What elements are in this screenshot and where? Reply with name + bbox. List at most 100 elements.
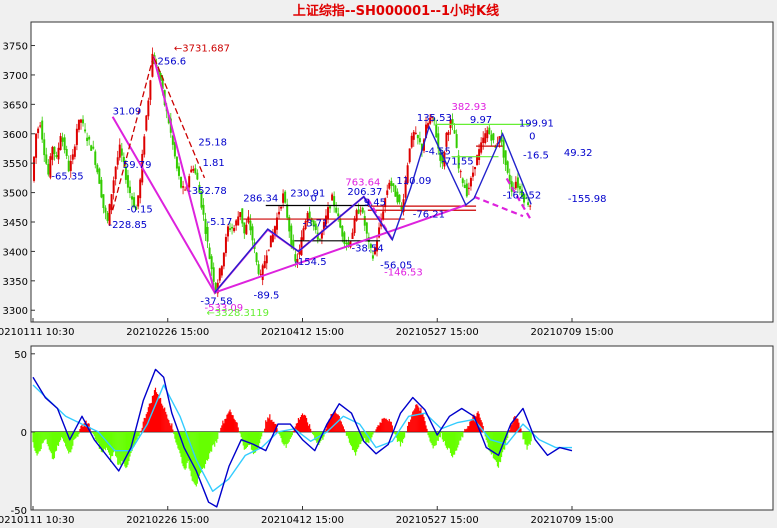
- macd-bar: [198, 431, 200, 476]
- candle-body: [382, 211, 385, 219]
- macd-bar: [441, 431, 443, 440]
- candle-body: [114, 166, 117, 180]
- macd-bar: [136, 431, 138, 440]
- macd-bar: [58, 431, 61, 442]
- macd-bar: [96, 431, 98, 442]
- candle-body: [65, 148, 68, 156]
- macd-bar: [467, 426, 469, 432]
- macd-bar: [91, 431, 93, 433]
- candle-body: [51, 146, 54, 160]
- macd-bar: [262, 431, 264, 433]
- macd-bar: [352, 431, 355, 451]
- macd-bar: [492, 431, 494, 459]
- candle-body: [463, 184, 466, 189]
- macd-bar: [402, 431, 405, 440]
- y-tick-label: 3550: [3, 159, 28, 170]
- macd-bar: [176, 431, 178, 445]
- macd-bar: [228, 411, 230, 432]
- macd-bar: [33, 431, 35, 448]
- candle-body: [110, 194, 113, 210]
- macd-bar: [391, 425, 393, 432]
- macd-bar: [308, 425, 310, 432]
- macd-bar: [126, 431, 128, 468]
- candle-body: [486, 130, 489, 139]
- macd-bar: [339, 420, 341, 432]
- macd-bar: [386, 419, 388, 432]
- candle-body: [365, 222, 368, 234]
- macd-bar: [371, 431, 373, 438]
- candle-body: [61, 137, 64, 142]
- macd-bar: [496, 431, 499, 467]
- macd-bar: [246, 431, 248, 447]
- macd-bar: [488, 431, 490, 451]
- macd-bar: [37, 431, 39, 454]
- y-tick-label: 3400: [3, 247, 28, 258]
- x-tick-label: 20210412 15:00: [261, 327, 344, 338]
- macd-bar: [471, 418, 473, 432]
- macd-bar: [449, 431, 452, 454]
- macd-bar: [137, 431, 139, 437]
- macd-bar: [407, 425, 409, 432]
- macd-bar: [375, 429, 377, 432]
- macd-bar: [41, 431, 43, 444]
- macd-bar: [460, 431, 462, 441]
- macd-bar: [234, 420, 236, 432]
- candle-body: [94, 151, 97, 165]
- candle-body: [192, 168, 195, 171]
- macd-bar: [444, 431, 447, 446]
- macd-bar: [111, 431, 113, 457]
- macd-bar: [226, 414, 228, 432]
- macd-bar: [421, 414, 423, 432]
- macd-bar: [431, 431, 433, 446]
- macd-bar: [422, 413, 424, 432]
- macd-bar: [190, 431, 192, 477]
- candle-body: [345, 242, 348, 245]
- candle-body: [300, 237, 303, 256]
- macd-bar: [253, 431, 256, 453]
- candle-body: [118, 144, 121, 158]
- macd-bar: [128, 431, 130, 462]
- macd-bar: [74, 431, 76, 439]
- macd-bar: [174, 431, 176, 439]
- macd-bar: [140, 430, 142, 432]
- candle-body: [412, 131, 415, 140]
- macd-bar: [340, 421, 342, 432]
- candle-body: [202, 204, 205, 215]
- candle-body: [77, 119, 80, 130]
- candle-body: [180, 176, 183, 188]
- macd-bar: [529, 431, 531, 445]
- candle-body: [86, 137, 89, 142]
- macd-bar: [520, 428, 522, 432]
- macd-bar: [92, 431, 94, 435]
- macd-bar: [167, 418, 169, 432]
- macd-bar: [384, 418, 386, 432]
- macd-bar: [217, 431, 219, 439]
- candle-body: [278, 211, 281, 215]
- y-tick-label: -50: [11, 506, 27, 517]
- macd-bar: [285, 431, 287, 448]
- annotation-label: -155.98: [568, 194, 607, 205]
- macd-bar: [493, 431, 496, 460]
- annotation-label: -76.21: [413, 209, 445, 220]
- candle-body: [235, 220, 238, 226]
- annotation-label: -0.15: [127, 205, 153, 216]
- macd-bar: [223, 423, 225, 432]
- candle-body: [224, 237, 227, 253]
- candle-body: [527, 202, 530, 206]
- macd-bar: [408, 421, 410, 432]
- macd-bar: [282, 431, 284, 444]
- macd-bar: [393, 431, 395, 434]
- candle-body: [410, 135, 413, 148]
- macd-bar: [524, 431, 526, 445]
- macd-bar: [266, 421, 268, 432]
- candle-body: [261, 265, 264, 281]
- macd-bar: [144, 418, 146, 432]
- macd-bar: [377, 425, 379, 432]
- macd-bar: [202, 431, 205, 468]
- candle-body: [435, 124, 438, 138]
- macd-bar: [52, 431, 55, 460]
- macd-bar: [75, 431, 77, 439]
- candle-body: [79, 119, 82, 123]
- macd-bar: [300, 415, 303, 432]
- macd-bar: [432, 431, 434, 449]
